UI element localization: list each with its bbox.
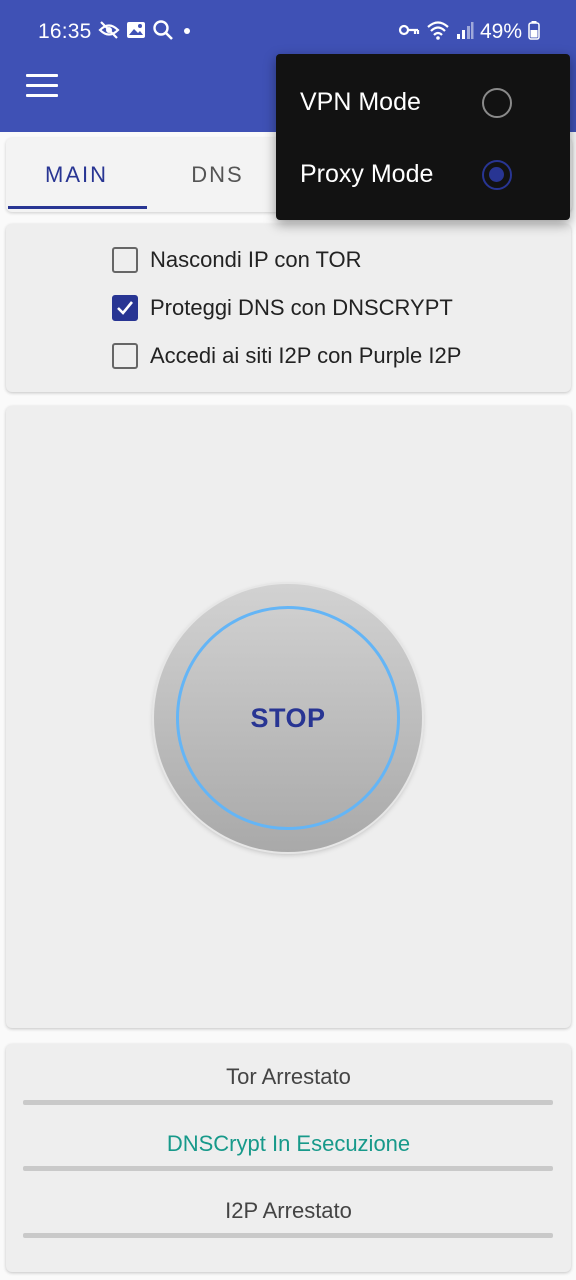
mode-popup-menu: VPN Mode Proxy Mode [276, 54, 570, 220]
check-icon [117, 301, 134, 315]
checkbox-dnscrypt[interactable] [112, 295, 138, 321]
checkbox-i2p[interactable] [112, 343, 138, 369]
proxy-mode-radio[interactable] [482, 160, 512, 190]
search-icon [152, 19, 174, 46]
status-card: Tor Arrestato DNSCrypt In Esecuzione I2P… [6, 1044, 571, 1272]
wifi-icon [426, 20, 450, 45]
tor-status: Tor Arrestato [226, 1064, 351, 1089]
status-left-icons [98, 19, 194, 46]
dnscrypt-status: DNSCrypt In Esecuzione [166, 1131, 411, 1156]
vpn-key-icon [398, 22, 420, 43]
tab-dns[interactable]: DNS [147, 138, 288, 212]
main-panel: STOP [6, 406, 571, 1028]
dot-icon [180, 20, 194, 45]
active-tab-indicator [8, 206, 147, 209]
eye-off-icon [98, 20, 120, 45]
i2p-progress-bar [23, 1233, 553, 1238]
signal-icon [456, 20, 474, 45]
option-dnscrypt-label: Proteggi DNS con DNSCRYPT [150, 295, 453, 320]
tor-progress-bar [23, 1100, 553, 1105]
menu-item-proxy-mode[interactable]: Proxy Mode [276, 138, 570, 210]
tab-main[interactable]: MAIN [6, 138, 147, 212]
vpn-mode-radio[interactable] [482, 88, 512, 118]
stop-button[interactable]: STOP [154, 584, 422, 852]
option-dnscrypt[interactable]: Proteggi DNS con DNSCRYPT [112, 288, 453, 328]
dnscrypt-progress-bar [23, 1166, 553, 1171]
option-i2p[interactable]: Accedi ai siti I2P con Purple I2P [112, 336, 461, 376]
hamburger-menu-icon[interactable] [26, 74, 58, 100]
vpn-mode-label: VPN Mode [300, 87, 421, 116]
menu-item-vpn-mode[interactable]: VPN Mode [276, 66, 570, 138]
option-i2p-label: Accedi ai siti I2P con Purple I2P [150, 343, 462, 368]
options-card: Nascondi IP con TOR Proteggi DNS con DNS… [6, 224, 571, 392]
status-right-icons: 49% [398, 20, 540, 44]
battery-percent: 49% [479, 20, 522, 43]
option-tor-label: Nascondi IP con TOR [150, 247, 362, 272]
proxy-mode-label: Proxy Mode [300, 159, 434, 188]
checkbox-tor[interactable] [112, 247, 138, 273]
image-icon [126, 20, 146, 45]
battery-icon [528, 20, 540, 45]
option-tor[interactable]: Nascondi IP con TOR [112, 240, 362, 280]
stop-button-label: STOP [250, 702, 326, 733]
status-time: 16:35 [38, 20, 92, 43]
i2p-status: I2P Arrestato [225, 1198, 352, 1223]
